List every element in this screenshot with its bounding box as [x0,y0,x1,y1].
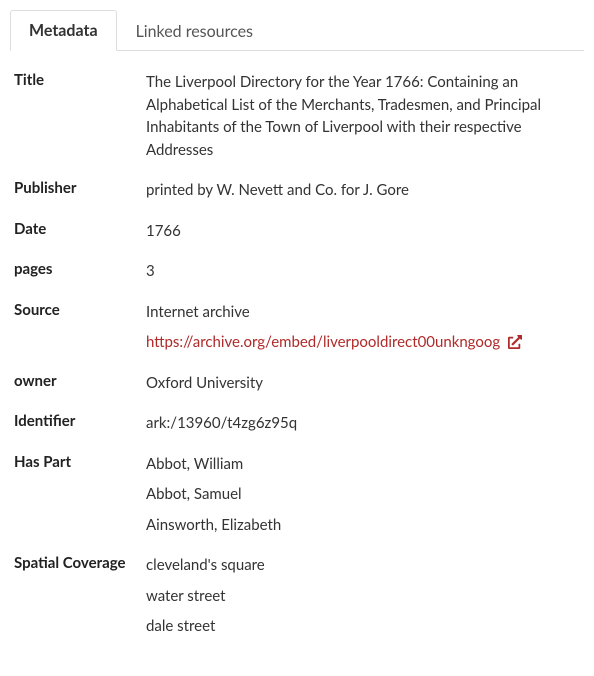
field-spatial-coverage: Spatial Coverage cleveland's square wate… [14,554,580,638]
has-part-item: Abbot, William [146,453,580,476]
tab-linked-resources[interactable]: Linked resources [117,11,272,51]
value-spatial-coverage: cleveland's square water street dale str… [146,554,580,638]
tab-metadata[interactable]: Metadata [10,10,117,51]
value-publisher: printed by W. Nevett and Co. for J. Gore [146,179,580,202]
field-identifier: Identifier ark:/13960/t4zg6z95q [14,412,580,435]
value-identifier: ark:/13960/t4zg6z95q [146,412,580,435]
has-part-item: Ainsworth, Elizabeth [146,514,580,537]
field-publisher: Publisher printed by W. Nevett and Co. f… [14,179,580,202]
value-date: 1766 [146,220,580,243]
value-pages: 3 [146,260,580,283]
label-source: Source [14,301,146,319]
value-owner: Oxford University [146,372,580,395]
source-link[interactable]: https://archive.org/embed/liverpooldirec… [146,331,522,354]
value-source: Internet archive https://archive.org/emb… [146,301,580,354]
field-title: Title The Liverpool Directory for the Ye… [14,71,580,161]
label-has-part: Has Part [14,453,146,471]
field-date: Date 1766 [14,220,580,243]
label-identifier: Identifier [14,412,146,430]
value-title: The Liverpool Directory for the Year 176… [146,71,580,161]
spatial-item: dale street [146,615,580,638]
external-link-icon [508,335,522,349]
spatial-item: cleveland's square [146,554,580,577]
has-part-item: Abbot, Samuel [146,483,580,506]
field-owner: owner Oxford University [14,372,580,395]
value-has-part: Abbot, William Abbot, Samuel Ainsworth, … [146,453,580,537]
tab-bar: Metadata Linked resources [10,10,584,51]
label-title: Title [14,71,146,89]
label-owner: owner [14,372,146,390]
label-pages: pages [14,260,146,278]
field-source: Source Internet archive https://archive.… [14,301,580,354]
field-pages: pages 3 [14,260,580,283]
source-name: Internet archive [146,301,580,324]
spatial-item: water street [146,585,580,608]
label-date: Date [14,220,146,238]
field-has-part: Has Part Abbot, William Abbot, Samuel Ai… [14,453,580,537]
source-link-text: https://archive.org/embed/liverpooldirec… [146,331,500,354]
metadata-panel: Title The Liverpool Directory for the Ye… [10,51,584,666]
label-spatial-coverage: Spatial Coverage [14,554,146,572]
label-publisher: Publisher [14,179,146,197]
